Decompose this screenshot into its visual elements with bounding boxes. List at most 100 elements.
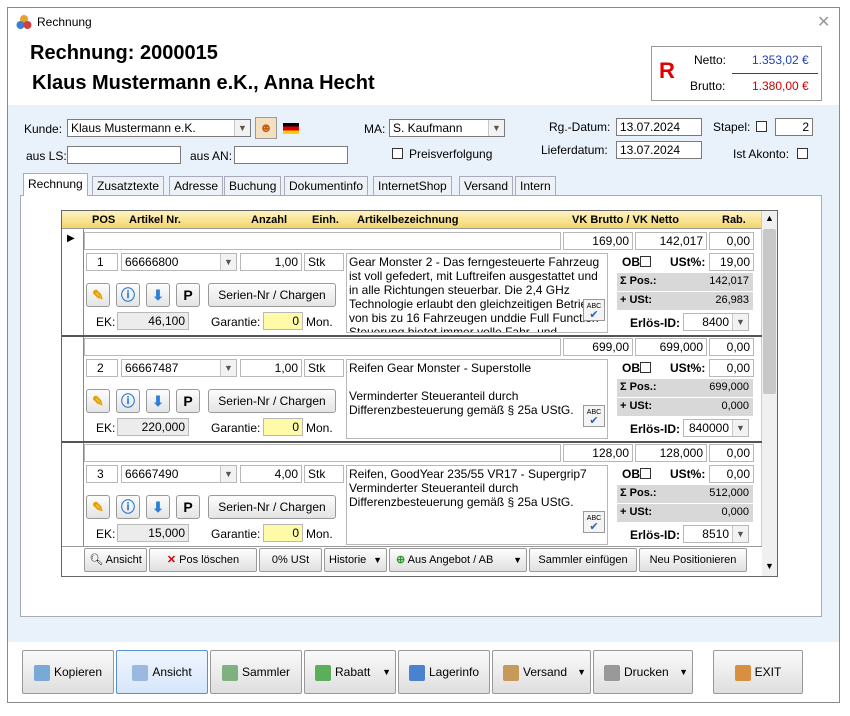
anzahl-cell[interactable]: 1,00 bbox=[240, 359, 302, 377]
scroll-up-icon[interactable]: ▲ bbox=[765, 213, 774, 223]
akonto-checkbox[interactable] bbox=[797, 148, 808, 159]
lagerinfo-button[interactable]: Lagerinfo bbox=[398, 650, 490, 694]
ust-field[interactable]: 0,00 bbox=[709, 465, 754, 483]
spellcheck-button[interactable]: ABC ✔ bbox=[583, 511, 605, 533]
scroll-thumb[interactable] bbox=[763, 229, 776, 394]
null-ust-button[interactable]: 0% USt bbox=[259, 548, 322, 572]
p-button[interactable]: P bbox=[176, 389, 200, 413]
scroll-down-icon[interactable]: ▼ bbox=[765, 561, 774, 571]
grid-scrollbar[interactable]: ▲ ▼ bbox=[761, 211, 777, 576]
chevron-down-icon[interactable]: ▼ bbox=[220, 466, 236, 482]
garantie-field[interactable]: 0 bbox=[263, 524, 303, 542]
p-button[interactable]: P bbox=[176, 495, 200, 519]
tab-adresse[interactable]: Adresse bbox=[169, 176, 224, 195]
anzahl-cell[interactable]: 1,00 bbox=[240, 253, 302, 271]
pos-cell[interactable]: 3 bbox=[86, 465, 118, 483]
artikelbezeichnung-text[interactable]: Reifen, GoodYear 235/55 VR17 - Supergrip… bbox=[346, 465, 608, 545]
preisverfolgung-checkbox[interactable] bbox=[392, 148, 403, 159]
chevron-down-icon[interactable]: ▼ bbox=[220, 360, 236, 376]
drucken-button[interactable]: Drucken ▼ bbox=[593, 650, 693, 694]
ansicht-footer-button[interactable]: Ansicht bbox=[116, 650, 208, 694]
ob-checkbox[interactable] bbox=[640, 256, 651, 267]
rabatt-cell[interactable]: 0,00 bbox=[709, 232, 754, 250]
vk-brutto-cell[interactable]: 128,00 bbox=[563, 444, 633, 462]
ob-checkbox[interactable] bbox=[640, 468, 651, 479]
ansicht-toolbar-button[interactable]: 🔍︎ Ansicht bbox=[84, 548, 147, 572]
aus-an-field[interactable] bbox=[234, 146, 348, 164]
arrow-down-icon[interactable]: ⬇ bbox=[146, 283, 170, 307]
ust-field[interactable]: 19,00 bbox=[709, 253, 754, 271]
einheit-cell[interactable]: Stk bbox=[304, 465, 344, 483]
spellcheck-button[interactable]: ABC ✔ bbox=[583, 299, 605, 321]
pos-cell[interactable]: 1 bbox=[86, 253, 118, 271]
erloes-combo[interactable]: 8510 ▼ bbox=[683, 525, 749, 543]
anzahl-cell[interactable]: 4,00 bbox=[240, 465, 302, 483]
arrow-down-icon[interactable]: ⬇ bbox=[146, 495, 170, 519]
edit-pencil-icon[interactable]: ✎ bbox=[86, 389, 110, 413]
info-icon[interactable]: ⓘ bbox=[116, 495, 140, 519]
chevron-down-icon[interactable]: ▼ bbox=[234, 120, 250, 136]
vk-brutto-cell[interactable]: 169,00 bbox=[563, 232, 633, 250]
artikel-combo[interactable]: 66666800 ▼ bbox=[121, 253, 237, 271]
vk-netto-cell[interactable]: 142,017 bbox=[635, 232, 707, 250]
garantie-field[interactable]: 0 bbox=[263, 418, 303, 436]
vk-brutto-cell[interactable]: 699,00 bbox=[563, 338, 633, 356]
chevron-down-icon[interactable]: ▼ bbox=[732, 314, 748, 330]
artikelbezeichnung-text[interactable]: Reifen Gear Monster - Superstolle Vermin… bbox=[346, 359, 608, 439]
pos-loeschen-button[interactable]: ✕ Pos löschen bbox=[149, 548, 257, 572]
tab-buchung[interactable]: Buchung bbox=[224, 176, 282, 195]
stapel-field[interactable]: 2 bbox=[775, 118, 813, 136]
garantie-field[interactable]: 0 bbox=[263, 312, 303, 330]
ma-combo[interactable]: S. Kaufmann ▼ bbox=[389, 119, 505, 137]
ust-field[interactable]: 0,00 bbox=[709, 359, 754, 377]
info-icon[interactable]: ⓘ bbox=[116, 283, 140, 307]
artikelbezeichnung-text[interactable]: Gear Monster 2 - Das ferngesteuerte Fahr… bbox=[346, 253, 608, 333]
tab-internetshop[interactable]: InternetShop bbox=[373, 176, 452, 195]
rabatt-cell[interactable]: 0,00 bbox=[709, 338, 754, 356]
kunde-combo[interactable]: Klaus Mustermann e.K. ▼ bbox=[67, 119, 251, 137]
tab-rechnung[interactable]: Rechnung bbox=[23, 173, 88, 196]
lieferdatum-field[interactable]: 13.07.2024 bbox=[616, 141, 702, 159]
rg-datum-field[interactable]: 13.07.2024 bbox=[616, 118, 702, 136]
vk-netto-cell[interactable]: 128,000 bbox=[635, 444, 707, 462]
versand-button[interactable]: Versand ▼ bbox=[492, 650, 591, 694]
rabatt-button[interactable]: Rabatt ▼ bbox=[304, 650, 396, 694]
historie-button[interactable]: Historie ▼ bbox=[324, 548, 387, 572]
exit-button[interactable]: EXIT bbox=[713, 650, 803, 694]
stapel-checkbox[interactable] bbox=[756, 121, 767, 132]
close-icon[interactable]: ✕ bbox=[817, 12, 830, 32]
artikel-combo[interactable]: 66667490 ▼ bbox=[121, 465, 237, 483]
vk-netto-cell[interactable]: 699,000 bbox=[635, 338, 707, 356]
serien-chargen-button[interactable]: Serien-Nr / Chargen bbox=[208, 283, 336, 307]
tab-versand[interactable]: Versand bbox=[459, 176, 514, 195]
kopieren-button[interactable]: Kopieren bbox=[22, 650, 114, 694]
arrow-down-icon[interactable]: ⬇ bbox=[146, 389, 170, 413]
einheit-cell[interactable]: Stk bbox=[304, 359, 344, 377]
neu-positionieren-button[interactable]: Neu Positionieren bbox=[639, 548, 747, 572]
tab-zusatztexte[interactable]: Zusatztexte bbox=[92, 176, 165, 195]
pos-cell[interactable]: 2 bbox=[86, 359, 118, 377]
edit-pencil-icon[interactable]: ✎ bbox=[86, 495, 110, 519]
rabatt-cell[interactable]: 0,00 bbox=[709, 444, 754, 462]
einheit-cell[interactable]: Stk bbox=[304, 253, 344, 271]
serien-chargen-button[interactable]: Serien-Nr / Chargen bbox=[208, 495, 336, 519]
customer-lookup-button[interactable]: ☻ bbox=[255, 117, 277, 139]
erloes-combo[interactable]: 8400 ▼ bbox=[683, 313, 749, 331]
edit-pencil-icon[interactable]: ✎ bbox=[86, 283, 110, 307]
tab-dokumentinfo[interactable]: Dokumentinfo bbox=[284, 176, 369, 195]
spellcheck-button[interactable]: ABC ✔ bbox=[583, 405, 605, 427]
chevron-down-icon[interactable]: ▼ bbox=[732, 420, 748, 436]
erloes-combo[interactable]: 840000 ▼ bbox=[683, 419, 749, 437]
chevron-down-icon[interactable]: ▼ bbox=[220, 254, 236, 270]
ob-checkbox[interactable] bbox=[640, 362, 651, 373]
aus-angebot-button[interactable]: ⊕ Aus Angebot / AB ▼ bbox=[389, 548, 527, 572]
artikel-combo[interactable]: 66667487 ▼ bbox=[121, 359, 237, 377]
serien-chargen-button[interactable]: Serien-Nr / Chargen bbox=[208, 389, 336, 413]
p-button[interactable]: P bbox=[176, 283, 200, 307]
sammler-footer-button[interactable]: Sammler bbox=[210, 650, 302, 694]
info-icon[interactable]: ⓘ bbox=[116, 389, 140, 413]
chevron-down-icon[interactable]: ▼ bbox=[488, 120, 504, 136]
aus-ls-field[interactable] bbox=[67, 146, 181, 164]
tab-intern[interactable]: Intern bbox=[515, 176, 556, 195]
sammler-einfuegen-button[interactable]: Sammler einfügen bbox=[529, 548, 637, 572]
